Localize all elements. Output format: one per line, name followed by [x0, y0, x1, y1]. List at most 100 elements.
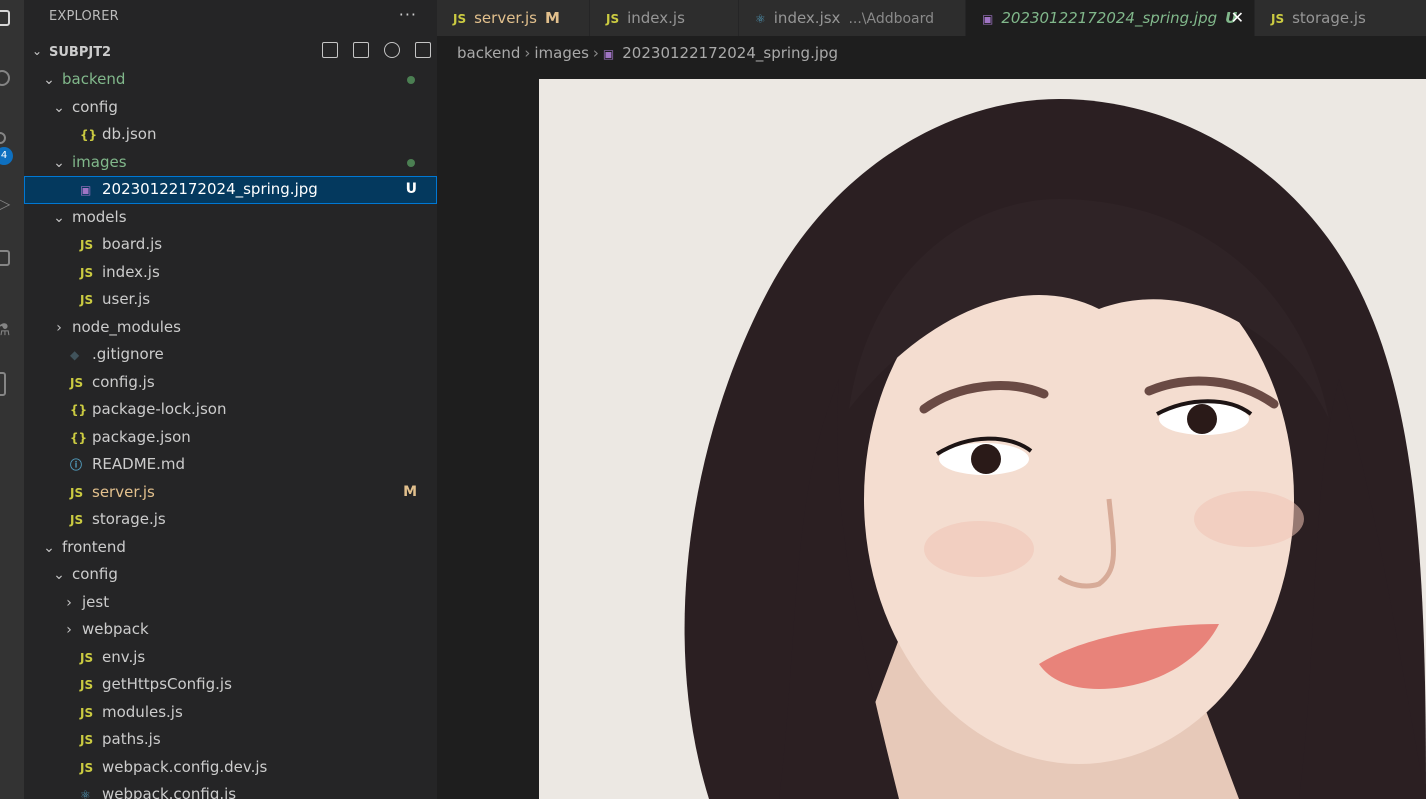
tree-item-label: jest: [82, 592, 110, 611]
tree-folder[interactable]: ⌄ config: [24, 561, 437, 589]
tab-label: server.js: [474, 9, 537, 27]
tree-item-label: webpack: [82, 620, 149, 638]
tree-item-label: storage.js: [92, 510, 166, 528]
editor-tab[interactable]: ▣ 20230122172024_spring.jpg U ✕: [966, 0, 1255, 36]
breadcrumb-item[interactable]: backend: [457, 36, 520, 70]
refresh-icon[interactable]: [383, 42, 400, 58]
javascript-file-icon: JS: [606, 12, 620, 26]
testing-icon[interactable]: ⚗: [0, 320, 10, 339]
javascript-file-icon: JS: [70, 485, 84, 500]
close-icon[interactable]: ✕: [1231, 0, 1244, 36]
tree-file[interactable]: JS index.js: [24, 259, 437, 287]
tree-folder[interactable]: ⌄ images: [24, 149, 437, 177]
chevron-right-icon[interactable]: ›: [62, 617, 76, 645]
editor-tab[interactable]: ⚛ index.jsx ...\Addboard: [739, 0, 966, 36]
file-tree: ⌄ backend ⌄ config {} db.json ⌄ images ▣ 20230122…: [24, 66, 437, 799]
tree-item-label: backend: [62, 70, 126, 88]
tree-item-label: webpack.config.js: [102, 785, 237, 799]
git-status-badge: M: [403, 483, 417, 500]
source-control-icon[interactable]: [0, 132, 6, 144]
files-icon[interactable]: [0, 10, 10, 26]
tab-status: M: [544, 9, 560, 27]
tree-item-label: .gitignore: [92, 345, 164, 363]
tree-file[interactable]: JS getHttpsConfig.js: [24, 671, 437, 699]
run-debug-icon[interactable]: ▷: [0, 194, 10, 213]
tree-file[interactable]: JS board.js: [24, 231, 437, 259]
tree-file[interactable]: ▣ 20230122172024_spring.jpg U: [24, 176, 437, 204]
tree-folder[interactable]: › webpack: [24, 616, 437, 644]
tree-folder[interactable]: ⌄ config: [24, 94, 437, 122]
javascript-file-icon: JS: [70, 513, 84, 527]
javascript-file-icon: JS: [80, 265, 94, 280]
editor-tab[interactable]: JS server.js M: [437, 0, 590, 36]
chevron-right-icon: ›: [592, 44, 599, 62]
tree-folder[interactable]: › node_modules: [24, 314, 437, 342]
chevron-down-icon[interactable]: ⌄: [42, 535, 56, 563]
tree-item-label: models: [72, 207, 127, 226]
breadcrumb-file[interactable]: 20230122172024_spring.jpg: [622, 36, 838, 70]
explorer-title: EXPLORER: [49, 9, 119, 24]
tree-item-label: config: [72, 97, 118, 116]
chevron-right-icon: ›: [524, 44, 531, 62]
chevron-down-icon[interactable]: ⌄: [52, 150, 66, 178]
tree-item-label: package.json: [92, 427, 191, 446]
source-control-badge: 4: [0, 147, 13, 165]
tree-file[interactable]: JS env.js: [24, 644, 437, 672]
chevron-down-icon[interactable]: ⌄: [52, 562, 66, 590]
more-actions-icon[interactable]: ···: [399, 5, 417, 24]
tree-file[interactable]: JS webpack.config.dev.js: [24, 754, 437, 782]
tree-folder[interactable]: ⌄ backend: [24, 66, 437, 94]
breadcrumb-item[interactable]: images: [534, 36, 589, 70]
workspace-header[interactable]: ⌄ SUBPJT2: [24, 39, 437, 66]
image-preview: [539, 79, 1426, 799]
tree-item-label: board.js: [102, 235, 163, 253]
tab-label: storage.js: [1292, 9, 1366, 27]
json-file-icon: {}: [70, 430, 88, 445]
tab-description: ...\Addboard: [848, 11, 935, 27]
chevron-down-icon[interactable]: ⌄: [52, 95, 66, 123]
chevron-down-icon[interactable]: ⌄: [52, 205, 66, 233]
tree-file[interactable]: JS user.js: [24, 286, 437, 314]
chevron-down-icon[interactable]: ⌄: [42, 67, 56, 95]
new-file-icon[interactable]: [321, 42, 338, 58]
chevron-right-icon[interactable]: ›: [62, 590, 76, 618]
editor-tab[interactable]: JS storage.js: [1255, 0, 1426, 36]
tree-item-label: user.js: [102, 290, 151, 308]
changes-dot: [407, 76, 415, 84]
image-file-icon: ▣: [602, 47, 615, 61]
tree-file[interactable]: ⓘ README.md: [24, 451, 437, 479]
tree-file[interactable]: JS paths.js: [24, 726, 437, 754]
portrait-photo: [539, 79, 1426, 799]
extensions-icon[interactable]: [0, 250, 10, 266]
tree-file[interactable]: JS config.js: [24, 369, 437, 397]
javascript-file-icon: JS: [80, 678, 94, 692]
tree-item-label: env.js: [102, 647, 146, 666]
editor-tabs: JS server.js M JS index.js ⚛ index.jsx ...\Addb…: [437, 0, 1426, 36]
tree-file[interactable]: JS storage.js: [24, 506, 437, 534]
tree-file[interactable]: JS server.js M: [24, 479, 437, 507]
tree-folder[interactable]: › jest: [24, 589, 437, 617]
javascript-file-icon: JS: [80, 733, 94, 747]
tree-file[interactable]: ⚛ webpack.config.js: [24, 781, 437, 799]
chevron-right-icon[interactable]: ›: [52, 315, 66, 343]
tree-folder[interactable]: ⌄ frontend: [24, 534, 437, 562]
new-folder-icon[interactable]: [352, 42, 369, 58]
search-icon[interactable]: [0, 70, 10, 86]
tree-file[interactable]: {} package-lock.json: [24, 396, 437, 424]
editor-tab[interactable]: JS index.js: [590, 0, 739, 36]
tree-folder[interactable]: ⌄ models: [24, 204, 437, 232]
collapse-all-icon[interactable]: [415, 42, 431, 58]
tree-file[interactable]: {} db.json: [24, 121, 437, 149]
tree-file[interactable]: ◆ .gitignore: [24, 341, 437, 369]
tree-item-label: index.js: [102, 262, 160, 281]
tree-item-label: server.js: [92, 482, 155, 501]
json-file-icon: {}: [80, 128, 98, 142]
javascript-file-icon: JS: [80, 293, 94, 307]
remote-explorer-icon[interactable]: [0, 372, 6, 396]
tree-file[interactable]: JS modules.js: [24, 699, 437, 727]
tree-item-label: paths.js: [102, 730, 161, 748]
tree-item-label: db.json: [102, 125, 157, 143]
javascript-file-icon: JS: [453, 12, 467, 26]
javascript-file-icon: JS: [80, 650, 94, 665]
tree-file[interactable]: {} package.json: [24, 424, 437, 452]
